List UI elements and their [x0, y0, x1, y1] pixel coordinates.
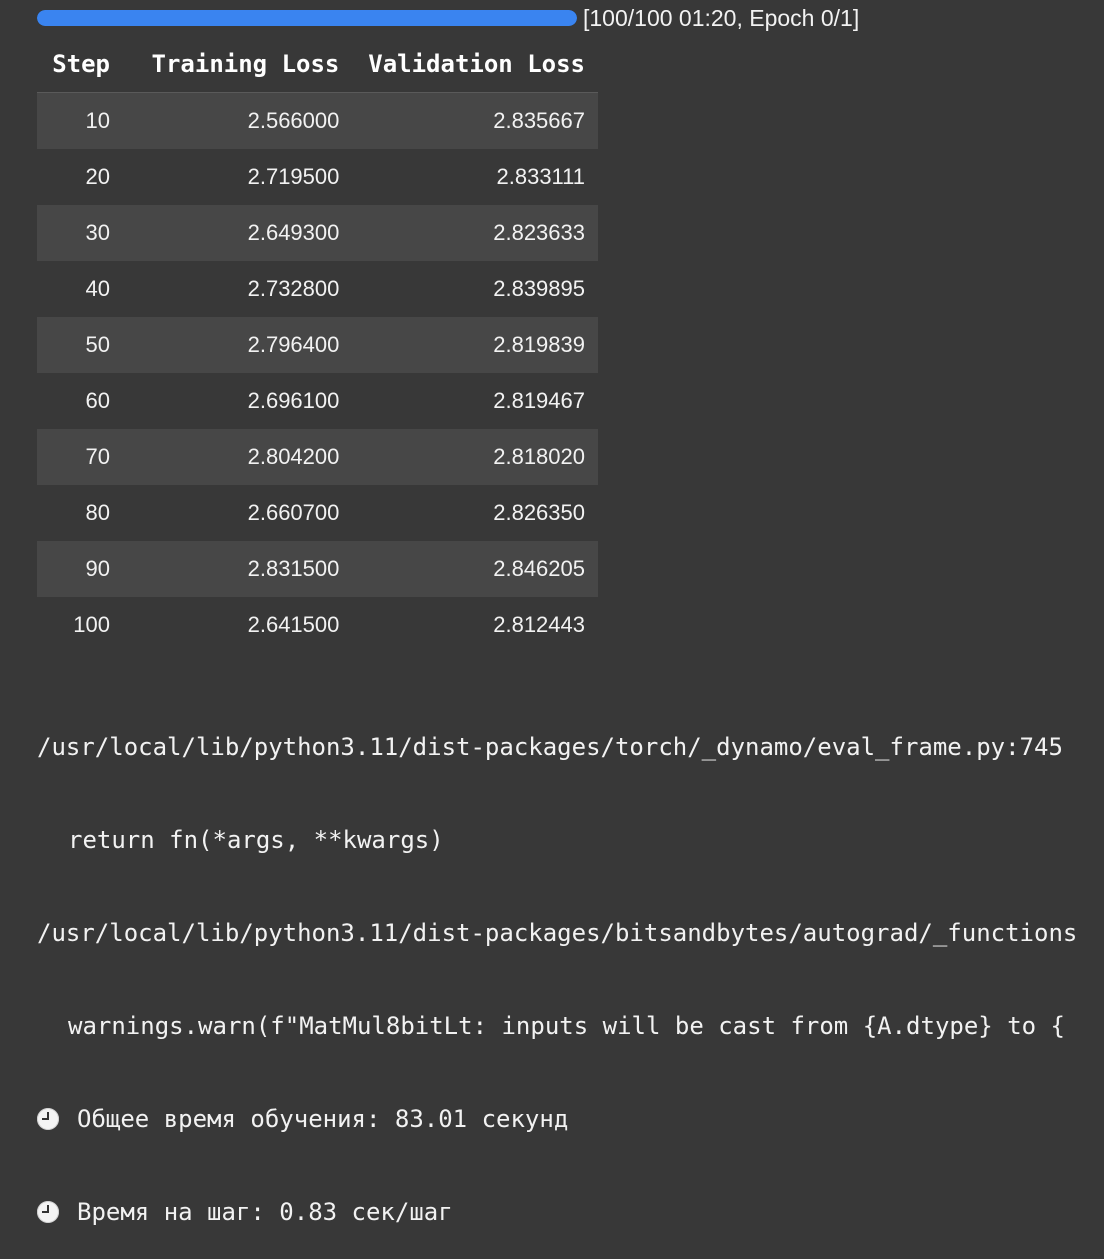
cell-step: 50	[37, 317, 136, 373]
console-output: /usr/local/lib/python3.11/dist-packages/…	[37, 670, 1104, 1259]
table-row: 70 2.804200 2.818020	[37, 429, 598, 485]
warning-path-line: /usr/local/lib/python3.11/dist-packages/…	[37, 919, 1078, 947]
table-header-row: Step Training Loss Validation Loss	[37, 36, 598, 93]
table-row: 30 2.649300 2.823633	[37, 205, 598, 261]
cell-validation-loss: 2.812443	[493, 612, 585, 637]
column-header-validation-loss: Validation Loss	[352, 36, 598, 93]
cell-step: 40	[85, 276, 110, 301]
cell-validation-loss: 2.826350	[493, 500, 585, 525]
cell-validation-loss: 2.839895	[493, 276, 585, 301]
cell-step: 60	[85, 388, 110, 413]
cell-step: 90	[37, 541, 136, 597]
total-training-time-line: Общее время обучения: 83.01 секунд	[37, 1104, 1104, 1135]
table-row: 40 2.732800 2.839895	[37, 261, 598, 317]
cell-training-loss: 2.566000	[136, 92, 353, 149]
warning-code-line: warnings.warn(f"MatMul8bitLt: inputs wil…	[68, 1012, 1065, 1040]
cell-validation-loss: 2.823633	[352, 205, 598, 261]
time-per-step-line: Время на шаг: 0.83 сек/шаг	[37, 1197, 1104, 1228]
table-row: 10 2.566000 2.835667	[37, 92, 598, 149]
progress-bar	[37, 10, 577, 26]
clock-icon	[37, 1108, 59, 1130]
training-results-table: Step Training Loss Validation Loss 10 2.…	[37, 36, 598, 653]
cell-step: 70	[37, 429, 136, 485]
cell-training-loss: 2.696100	[247, 388, 340, 413]
cell-validation-loss: 2.835667	[352, 92, 598, 149]
cell-validation-loss: 2.846205	[352, 541, 598, 597]
column-header-step: Step	[37, 36, 136, 93]
warning-path-line: /usr/local/lib/python3.11/dist-packages/…	[37, 733, 1063, 761]
cell-training-loss: 2.660700	[247, 500, 340, 525]
cell-training-loss: 2.831500	[136, 541, 353, 597]
training-progress: [100/100 01:20, Epoch 0/1]	[37, 4, 859, 32]
cell-validation-loss: 2.819839	[352, 317, 598, 373]
table-row: 60 2.696100 2.819467	[37, 373, 598, 429]
total-training-time-text: Общее время обучения: 83.01 секунд	[77, 1105, 569, 1133]
table-row: 90 2.831500 2.846205	[37, 541, 598, 597]
time-per-step-text: Время на шаг: 0.83 сек/шаг	[77, 1198, 453, 1226]
cell-step: 100	[73, 612, 110, 637]
table-row: 50 2.796400 2.819839	[37, 317, 598, 373]
cell-validation-loss: 2.818020	[352, 429, 598, 485]
progress-status-text: [100/100 01:20, Epoch 0/1]	[583, 4, 860, 31]
cell-step: 80	[85, 500, 110, 525]
cell-training-loss: 2.719500	[247, 164, 340, 189]
cell-validation-loss: 2.833111	[496, 164, 586, 189]
cell-training-loss: 2.649300	[136, 205, 353, 261]
cell-training-loss: 2.804200	[136, 429, 353, 485]
clock-icon	[37, 1201, 59, 1223]
cell-training-loss: 2.641500	[247, 612, 340, 637]
cell-training-loss: 2.796400	[136, 317, 353, 373]
cell-step: 20	[85, 164, 110, 189]
column-header-training-loss: Training Loss	[136, 36, 353, 93]
cell-step: 30	[37, 205, 136, 261]
table-row: 100 2.641500 2.812443	[37, 597, 598, 653]
progress-bar-fill	[37, 10, 577, 26]
table-row: 20 2.719500 2.833111	[37, 149, 598, 205]
cell-step: 10	[37, 92, 136, 149]
cell-training-loss: 2.732800	[247, 276, 340, 301]
table-row: 80 2.660700 2.826350	[37, 485, 598, 541]
warning-code-line: return fn(*args, **kwargs)	[68, 826, 444, 854]
cell-validation-loss: 2.819467	[493, 388, 585, 413]
